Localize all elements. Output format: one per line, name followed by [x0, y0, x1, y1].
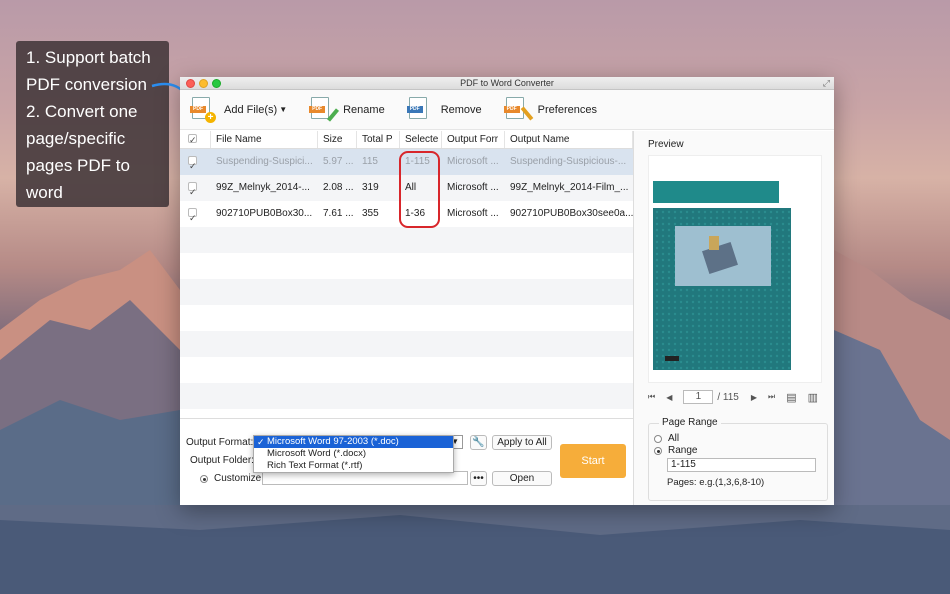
add-files-button[interactable]: PDF + Add File(s) ▼ — [190, 96, 288, 123]
rename-label: Rename — [343, 103, 385, 116]
size-cell: 5.97 ... — [323, 156, 354, 167]
fullscreen-icon[interactable]: ⤢ — [823, 77, 830, 90]
page-range-group: Page Range All Range 1-115 Pages: e.g.(1… — [648, 417, 828, 501]
window-title: PDF to Word Converter — [460, 78, 554, 88]
customize-label: Customize: — [214, 473, 265, 484]
feature-callout: 1. Support batch PDF conversion 2. Conve… — [16, 41, 169, 207]
row-checkbox[interactable] — [188, 179, 197, 201]
empty-row — [180, 227, 633, 253]
empty-row — [180, 383, 633, 409]
page-navigator: ⏮ ◀ 1 / 115 ▶ ⏭ ▤ ▥ — [648, 390, 828, 404]
empty-row — [180, 279, 633, 305]
column-total-pages[interactable]: Total P — [357, 131, 400, 148]
current-page-input[interactable]: 1 — [683, 390, 714, 404]
column-file-name[interactable]: File Name — [211, 131, 318, 148]
range-custom-radio[interactable] — [654, 447, 662, 455]
next-page-icon[interactable]: ▶ — [751, 393, 757, 402]
callout-text: 1. Support batch PDF conversion 2. Conve… — [26, 48, 151, 202]
row-checkbox[interactable] — [188, 153, 197, 175]
start-button[interactable]: Start — [560, 444, 626, 478]
file-name-cell: Suspending-Suspici... — [216, 156, 313, 167]
selected-pages-highlight — [399, 151, 440, 228]
range-all-radio[interactable] — [654, 435, 662, 443]
edit-page-icon[interactable]: ▥ — [808, 391, 818, 404]
apply-to-all-button[interactable]: Apply to All — [492, 435, 552, 450]
browse-folder-button[interactable]: ••• — [470, 471, 487, 486]
file-name-cell: 99Z_Melnyk_2014-... — [216, 182, 310, 193]
format-option-rtf[interactable]: Rich Text Format (*.rtf) — [254, 460, 453, 472]
page-preview — [648, 155, 822, 383]
preferences-button[interactable]: PDF Preferences — [503, 96, 597, 123]
column-size[interactable]: Size — [318, 131, 357, 148]
title-bar: PDF to Word Converter ⤢ — [180, 77, 834, 90]
range-input[interactable]: 1-115 — [667, 458, 816, 472]
table-header: File Name Size Total P Selecte Output Fo… — [180, 131, 633, 149]
empty-row — [180, 253, 633, 279]
format-option-docx[interactable]: Microsoft Word (*.docx) — [254, 448, 453, 460]
empty-row — [180, 331, 633, 357]
output-name-cell: Suspending-Suspicious-... — [510, 156, 627, 167]
total-pages-label: / 115 — [717, 391, 739, 403]
add-files-label: Add File(s) — [224, 103, 278, 116]
remove-button[interactable]: PDF Remove — [406, 96, 482, 123]
output-folder-path[interactable] — [262, 471, 468, 485]
output-folder-label: Output Folder: — [190, 455, 254, 466]
size-cell: 2.08 ... — [323, 182, 354, 193]
format-option-doc[interactable]: Microsoft Word 97-2003 (*.doc) — [254, 436, 453, 448]
output-format-cell: Microsoft ... — [447, 182, 499, 193]
range-all-label: All — [668, 433, 680, 444]
first-page-icon[interactable]: ⏮ — [648, 392, 655, 402]
minimize-window-button[interactable] — [199, 79, 208, 88]
total-pages-cell: 355 — [362, 208, 379, 219]
total-pages-cell: 319 — [362, 182, 379, 193]
pdf-rename-icon: PDF — [309, 96, 340, 123]
pdf-page-thumbnail — [653, 181, 791, 370]
column-selected-pages[interactable]: Selecte — [400, 131, 442, 148]
customize-radio[interactable] — [200, 475, 208, 483]
last-page-icon[interactable]: ⏭ — [768, 392, 775, 402]
output-format-label: Output Format: — [186, 437, 254, 448]
chevron-down-icon: ▼ — [279, 105, 288, 114]
output-name-cell: 902710PUB0Box30see0a... — [510, 208, 633, 219]
range-hint: Pages: e.g.(1,3,6,8-10) — [667, 477, 765, 488]
close-window-button[interactable] — [186, 79, 195, 88]
output-format-cell: Microsoft ... — [447, 156, 499, 167]
toolbar: PDF + Add File(s) ▼ PDF Rename PDF Remove… — [180, 90, 834, 130]
output-name-cell: 99Z_Melnyk_2014-Film_... — [510, 182, 629, 193]
range-custom-label: Range — [668, 445, 698, 456]
file-name-cell: 902710PUB0Box30... — [216, 208, 313, 219]
empty-row — [180, 357, 633, 383]
preferences-label: Preferences — [537, 103, 597, 116]
row-checkbox[interactable] — [188, 205, 197, 227]
output-format-dropdown: Microsoft Word 97-2003 (*.doc) Microsoft… — [253, 435, 454, 473]
page-range-title: Page Range — [659, 417, 721, 428]
single-page-view-icon[interactable]: ▤ — [786, 391, 796, 404]
empty-row — [180, 305, 633, 331]
rename-button[interactable]: PDF Rename — [309, 96, 385, 123]
select-all-checkbox[interactable] — [180, 131, 211, 148]
column-output-name[interactable]: Output Name — [505, 131, 633, 148]
size-cell: 7.61 ... — [323, 208, 354, 219]
prev-page-icon[interactable]: ◀ — [666, 393, 672, 402]
pdf-add-icon: PDF + — [190, 96, 216, 123]
app-window: PDF to Word Converter ⤢ PDF + Add File(s)… — [180, 77, 834, 505]
output-format-cell: Microsoft ... — [447, 208, 499, 219]
output-settings: Output Format: ▼ Microsoft Word 97-2003 … — [180, 418, 633, 505]
pdf-preferences-icon: PDF — [503, 96, 534, 123]
preview-label: Preview — [648, 139, 684, 150]
total-pages-cell: 115 — [362, 156, 378, 167]
remove-label: Remove — [440, 103, 482, 116]
format-settings-button[interactable]: 🔧 — [470, 435, 487, 450]
preview-pane: Preview ⏮ ◀ 1 / 115 ▶ ⏭ ▤ ▥ Page Range A… — [633, 131, 834, 505]
pdf-remove-icon: PDF — [406, 96, 433, 123]
open-folder-button[interactable]: Open — [492, 471, 552, 486]
column-output-format[interactable]: Output Forr — [442, 131, 505, 148]
wrench-icon: 🔧 — [472, 437, 485, 448]
zoom-window-button[interactable] — [212, 79, 221, 88]
